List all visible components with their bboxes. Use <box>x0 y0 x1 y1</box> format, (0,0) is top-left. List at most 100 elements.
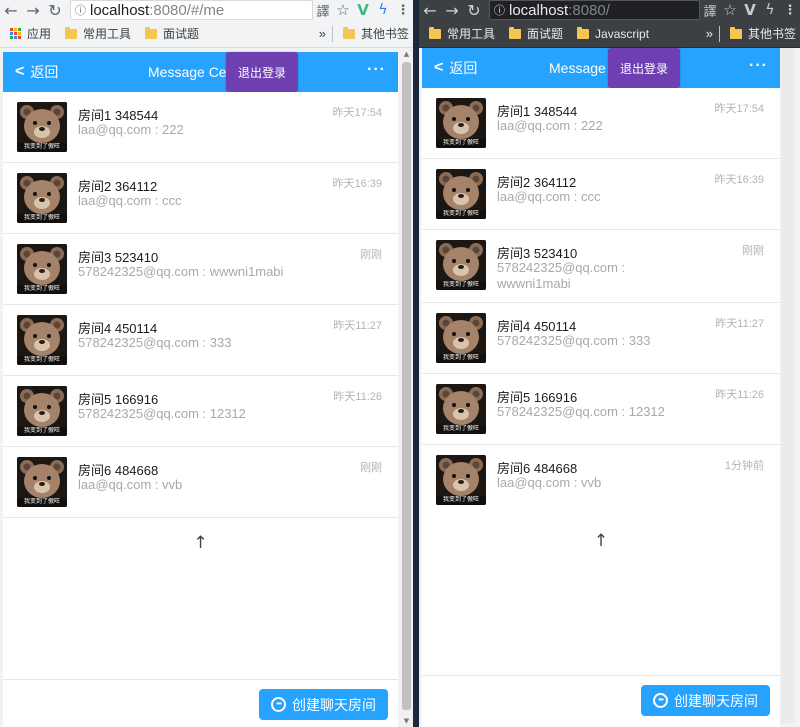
avatar-caption: 我变到了傲旺 <box>23 357 60 363</box>
room-list-item[interactable]: 我变到了傲旺 房间5 166916 578242325@qq.com : 12312… <box>422 374 780 445</box>
room-last-message: laa@qq.com : vvb <box>78 477 183 492</box>
translate-icon[interactable]: 譯 <box>700 0 720 20</box>
room-list-item[interactable]: 我变到了傲旺 房间2 364112 laa@qq.com : ccc 昨天16:39 <box>3 163 398 234</box>
forward-arrow-icon[interactable]: → <box>441 0 463 20</box>
room-avatar: 我变到了傲旺 <box>436 313 486 363</box>
room-list-item[interactable]: 我变到了傲旺 房间6 484668 laa@qq.com : vvb 刚刚 <box>3 447 398 518</box>
room-avatar: 我变到了傲旺 <box>17 173 67 223</box>
load-more-arrow[interactable]: ↑ <box>422 515 780 567</box>
room-time: 刚刚 <box>360 462 382 474</box>
bookmark-label: 面试题 <box>527 27 564 41</box>
bookmark-label: 其他书签 <box>360 27 409 41</box>
back-button[interactable]: < 返回 <box>422 58 477 78</box>
translate-icon[interactable]: 譯 <box>313 0 333 20</box>
room-last-message: laa@qq.com : vvb <box>497 475 602 490</box>
folder-icon <box>145 26 158 39</box>
room-last-message: laa@qq.com : 222 <box>497 118 603 133</box>
avatar-caption: 我变到了傲旺 <box>23 499 60 505</box>
avatar-caption: 我变到了傲旺 <box>23 144 60 150</box>
room-avatar: 我变到了傲旺 <box>436 240 486 290</box>
room-list-item[interactable]: 我变到了傲旺 房间4 450114 578242325@qq.com : 333 昨天… <box>3 305 398 376</box>
page-scrollbar[interactable] <box>781 48 794 723</box>
more-options-button[interactable]: ··· <box>749 57 768 75</box>
logout-button[interactable]: 退出登录 <box>226 52 298 92</box>
more-options-button[interactable]: ··· <box>367 61 386 79</box>
room-avatar: 我变到了傲旺 <box>436 98 486 148</box>
bookmark-label: Javascript <box>595 26 650 41</box>
scrollbar-thumb[interactable] <box>402 62 411 710</box>
room-list-item[interactable]: 我变到了傲旺 房间3 523410 578242325@qq.com : wwwni… <box>3 234 398 305</box>
menu-dots-icon[interactable]: ⋮ <box>393 0 413 20</box>
avatar-caption: 我变到了傲旺 <box>442 140 479 146</box>
create-room-button[interactable]: ••• 创建聊天房间 <box>641 685 770 716</box>
room-avatar: 我变到了傲旺 <box>436 169 486 219</box>
folder-icon <box>729 26 742 39</box>
apps-icon <box>10 28 21 39</box>
bookmarks-overflow-button[interactable]: » <box>319 26 326 41</box>
bookmarks-overflow-button[interactable]: » <box>706 26 713 41</box>
bookmark-folder-interview[interactable]: 面试题 <box>509 25 563 42</box>
app-header: < 返回 Message Center ··· <box>3 52 398 92</box>
room-list-item[interactable]: 我变到了傲旺 房间3 523410 578242325@qq.com : wwwni1… <box>422 230 780 303</box>
bookmark-folder-other[interactable]: 其他书签 <box>342 25 409 42</box>
address-bar[interactable]: ⓘ localhost:8080/#/me <box>70 0 313 20</box>
room-list-item[interactable]: 我变到了傲旺 房间1 348544 laa@qq.com : 222 昨天17:54 <box>3 92 398 163</box>
star-icon[interactable]: ☆ <box>720 0 740 20</box>
scroll-up-arrow-icon[interactable]: ▲ <box>400 48 413 60</box>
room-list-item[interactable]: 我变到了傲旺 房间5 166916 578242325@qq.com : 12312… <box>3 376 398 447</box>
room-time: 昨天11:27 <box>333 320 382 332</box>
room-last-message: 578242325@qq.com : wwwni1mabi <box>78 264 284 279</box>
url-rest: :8080/#/me <box>149 1 225 19</box>
bookmark-folder-other[interactable]: 其他书签 <box>729 25 796 42</box>
info-icon[interactable]: ⓘ <box>75 2 86 18</box>
create-room-button[interactable]: ••• 创建聊天房间 <box>259 689 388 720</box>
room-last-message: 578242325@qq.com : 12312 <box>497 404 665 419</box>
room-time: 昨天17:54 <box>714 103 764 115</box>
avatar-caption: 我变到了傲旺 <box>442 355 479 361</box>
scroll-down-arrow-icon[interactable]: ▼ <box>400 715 413 727</box>
info-icon[interactable]: ⓘ <box>494 2 505 18</box>
bolt-icon[interactable]: ϟ <box>760 0 780 20</box>
url-host: localhost <box>509 1 569 19</box>
bookmark-label: 常用工具 <box>83 27 132 41</box>
avatar-caption: 我变到了傲旺 <box>23 428 60 434</box>
forward-arrow-icon[interactable]: → <box>22 0 44 20</box>
browser-window-left: ← → ↻ ⓘ localhost:8080/#/me 譯 ☆ V ϟ ⋮ 应用… <box>0 0 413 727</box>
room-list-item[interactable]: 我变到了傲旺 房间4 450114 578242325@qq.com : 333 昨天… <box>422 303 780 374</box>
bookmark-folder-tools[interactable]: 常用工具 <box>65 25 131 42</box>
back-arrow-icon[interactable]: ← <box>419 0 441 20</box>
back-arrow-icon[interactable]: ← <box>0 0 22 20</box>
back-label: 返回 <box>30 64 59 80</box>
avatar-caption: 我变到了傲旺 <box>23 286 60 292</box>
avatar-caption: 我变到了傲旺 <box>442 282 479 288</box>
room-last-message: 578242325@qq.com : 333 <box>78 335 232 350</box>
avatar-caption: 我变到了傲旺 <box>442 426 479 432</box>
bookmark-folder-javascript[interactable]: Javascript <box>577 26 650 41</box>
room-last-message: 578242325@qq.com : 333 <box>497 333 651 348</box>
room-list-item[interactable]: 我变到了傲旺 房间1 348544 laa@qq.com : 222 昨天17:54 <box>422 88 780 159</box>
star-icon[interactable]: ☆ <box>333 0 353 20</box>
chevron-left-icon: < <box>434 59 444 76</box>
bookmark-label: 应用 <box>27 27 52 41</box>
room-list-item[interactable]: 我变到了傲旺 房间2 364112 laa@qq.com : ccc 昨天16:39 <box>422 159 780 230</box>
reload-icon[interactable]: ↻ <box>463 0 485 20</box>
room-avatar: 我变到了傲旺 <box>17 386 67 436</box>
bookmark-folder-interview[interactable]: 面试题 <box>145 25 199 42</box>
vue-devtools-icon[interactable]: V <box>353 0 373 20</box>
folder-icon <box>577 26 590 39</box>
menu-dots-icon[interactable]: ⋮ <box>780 0 800 20</box>
room-list-item[interactable]: 我变到了傲旺 房间6 484668 laa@qq.com : vvb 1分钟前 <box>422 445 780 516</box>
load-more-arrow[interactable]: ↑ <box>3 519 398 567</box>
bookmark-label: 其他书签 <box>747 27 796 41</box>
page-scrollbar[interactable]: ▲ ▼ <box>400 48 413 727</box>
bookmark-label: 面试题 <box>163 27 200 41</box>
bookmark-folder-tools[interactable]: 常用工具 <box>429 25 495 42</box>
vue-devtools-icon[interactable]: V <box>740 0 760 20</box>
app-viewport: < 返回 Message Center ··· 退出登录 我变到了傲旺 房间1 3… <box>3 52 398 727</box>
bolt-icon[interactable]: ϟ <box>373 0 393 20</box>
bookmark-apps[interactable]: 应用 <box>10 25 51 42</box>
address-bar[interactable]: ⓘ localhost:8080/ <box>489 0 700 20</box>
logout-button[interactable]: 退出登录 <box>608 48 680 88</box>
back-button[interactable]: < 返回 <box>3 62 58 82</box>
reload-icon[interactable]: ↻ <box>44 0 66 20</box>
